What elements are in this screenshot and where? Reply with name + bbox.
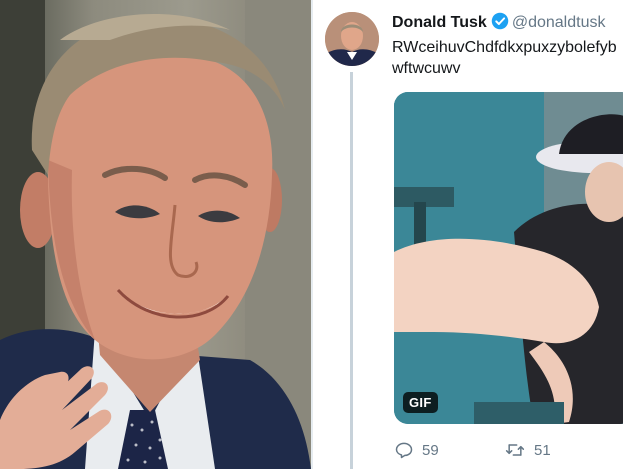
portrait-illustration (0, 0, 311, 469)
portrait-photo (0, 0, 311, 469)
tweet-actions: 59 51 (394, 440, 623, 466)
tweet-media-gif[interactable]: GIF (394, 92, 623, 424)
display-name[interactable]: Donald Tusk (392, 14, 487, 31)
tweet-card: Donald Tusk @donaldtusk RWceihuvChdfdkxpu… (313, 0, 623, 469)
avatar-image (325, 12, 379, 66)
tweet-header: Donald Tusk @donaldtusk (392, 12, 605, 36)
retweet-icon (504, 440, 526, 460)
gif-frame (394, 92, 623, 424)
gif-badge: GIF (403, 392, 438, 413)
reply-action[interactable]: 59 (394, 440, 439, 460)
reply-icon (394, 440, 414, 460)
retweet-count: 51 (534, 441, 551, 459)
profile-avatar[interactable] (325, 12, 379, 66)
verified-badge-icon (491, 12, 509, 36)
thread-line (350, 72, 353, 469)
reply-count: 59 (422, 441, 439, 459)
user-handle[interactable]: @donaldtusk (512, 14, 606, 31)
retweet-action[interactable]: 51 (504, 440, 551, 460)
tweet-text: RWceihuvChdfdkxpuxzybolefybwftwcuwv (392, 39, 617, 77)
